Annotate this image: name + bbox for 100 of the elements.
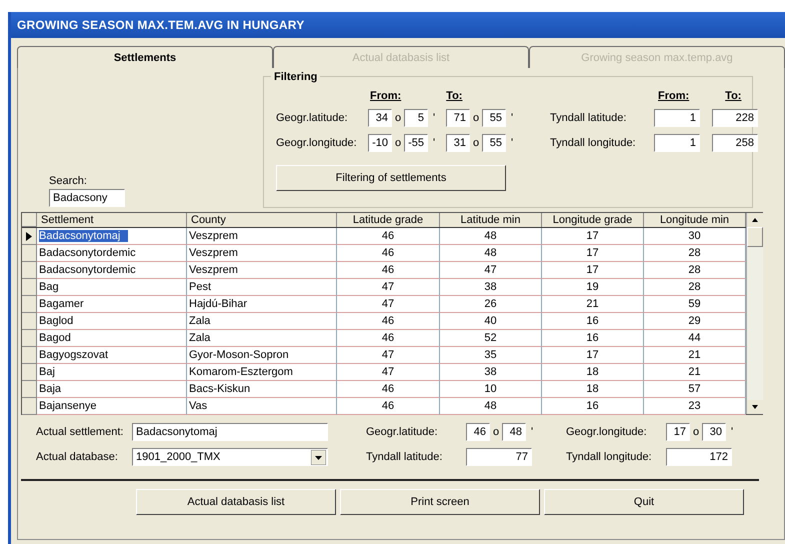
field-label: Geogr.longitude: — [566, 426, 648, 438]
table-cell: 46 — [382, 400, 394, 412]
search-label: Search: — [49, 175, 88, 187]
degree-symbol: o — [472, 136, 480, 148]
field-label: Tyndall longitude: — [566, 451, 653, 463]
table-cell: Komarom-Esztergom — [189, 366, 293, 378]
table-cell: Badacsonytordemic — [39, 264, 136, 276]
dropdown-button[interactable] — [311, 450, 326, 464]
table-cell: Badacsonytordemic — [39, 247, 136, 259]
table-cell: 29 — [688, 315, 701, 327]
table-cell: 44 — [688, 332, 701, 344]
minute-field[interactable]: 55 — [482, 134, 506, 152]
field-label: Actual database: — [36, 451, 119, 463]
table-cell: 21 — [688, 349, 701, 361]
minute-field[interactable]: 30 — [702, 423, 726, 441]
table-cell: 46 — [382, 247, 394, 259]
table-cell: 21 — [586, 298, 599, 310]
degree-symbol: o — [692, 426, 700, 438]
table-cell: 52 — [484, 332, 497, 344]
degree-symbol: o — [472, 112, 480, 124]
from-header: From: — [658, 90, 690, 102]
degree-field[interactable]: -10 — [368, 134, 392, 152]
table-cell: 17 — [586, 230, 599, 242]
table-cell: Badacsonytomaj — [39, 230, 128, 242]
table-cell: 17 — [586, 349, 599, 361]
column-header[interactable]: Settlement — [37, 213, 187, 227]
table-cell: Veszprem — [189, 247, 238, 259]
table-cell: 30 — [688, 230, 701, 242]
minute-symbol: ' — [432, 112, 436, 124]
minute-symbol: ' — [530, 426, 534, 438]
table-cell: Bagamer — [39, 298, 84, 310]
minute-symbol: ' — [432, 136, 436, 148]
field-label: Geogr.longitude: — [276, 136, 358, 148]
table-cell: 47 — [382, 366, 394, 378]
table-cell: 35 — [484, 349, 497, 361]
from-field[interactable]: 1 — [654, 134, 700, 152]
from-field[interactable]: 1 — [654, 108, 700, 126]
table-cell: 38 — [484, 281, 497, 293]
table-cell: 17 — [586, 264, 599, 276]
table-cell: Baja — [39, 383, 62, 395]
database-dropdown[interactable]: 1901_2000_TMX — [132, 448, 328, 466]
minute-symbol: ' — [510, 112, 514, 124]
column-header[interactable]: County — [187, 213, 337, 227]
table-cell: Bagod — [39, 332, 71, 344]
degree-symbol: o — [492, 426, 500, 438]
tab[interactable]: Settlements — [17, 46, 273, 68]
table-cell: Baglod — [39, 315, 74, 327]
table-cell: Baj — [39, 366, 55, 378]
column-header[interactable]: Latitude min — [440, 213, 542, 227]
to-field[interactable]: 258 — [712, 134, 758, 152]
table-cell: 16 — [586, 400, 599, 412]
table-cell: 47 — [382, 298, 394, 310]
row-selector[interactable] — [22, 228, 37, 245]
minute-field[interactable]: 48 — [502, 423, 526, 441]
scrollbar[interactable] — [746, 213, 763, 414]
field-label: Actual settlement: — [36, 426, 124, 438]
minute-field[interactable]: -55 — [404, 134, 428, 152]
action-button[interactable]: Actual databasis list — [136, 489, 336, 515]
degree-field[interactable]: 17 — [666, 423, 690, 441]
table-cell: 28 — [688, 264, 701, 276]
to-field[interactable]: 228 — [712, 108, 758, 126]
degree-field[interactable]: 31 — [446, 134, 470, 152]
tyndall-field[interactable]: 77 — [466, 448, 532, 466]
row-pointer-icon — [26, 232, 32, 240]
table-cell: 38 — [484, 366, 497, 378]
degree-field[interactable]: 46 — [466, 423, 490, 441]
column-header[interactable]: Longitude grade — [542, 213, 644, 227]
action-button[interactable]: Print screen — [340, 489, 540, 515]
filter-button[interactable]: Filtering of settlements — [276, 165, 506, 191]
degree-field[interactable]: 34 — [368, 108, 392, 126]
minute-field[interactable]: 55 — [482, 108, 506, 126]
window-title: GROWING SEASON MAX.TEM.AVG IN HUNGARY — [17, 18, 304, 32]
tyndall-field[interactable]: 172 — [666, 448, 732, 466]
table-cell: 48 — [484, 247, 497, 259]
minute-field[interactable]: 5 — [404, 108, 428, 126]
field-label: Tyndall latitude: — [550, 112, 628, 124]
table-cell: 47 — [382, 281, 394, 293]
field-label: Geogr.latitude: — [276, 112, 349, 124]
table-cell: 48 — [484, 230, 497, 242]
table-cell: 21 — [688, 366, 701, 378]
field-label: Tyndall longitude: — [550, 136, 637, 148]
table-cell: 16 — [586, 315, 599, 327]
table-cell: 18 — [586, 366, 599, 378]
table-cell: 47 — [382, 349, 394, 361]
scroll-up-icon[interactable] — [747, 213, 763, 227]
search-field[interactable]: Badacsony — [49, 189, 125, 207]
column-header[interactable]: Latitude grade — [337, 213, 440, 227]
degree-field[interactable]: 71 — [446, 108, 470, 126]
table-cell: 17 — [586, 247, 599, 259]
table-cell: 46 — [382, 315, 394, 327]
degree-symbol: o — [394, 112, 402, 124]
settlement-field[interactable]: Badacsonytomaj — [132, 423, 328, 441]
scroll-thumb[interactable] — [747, 227, 763, 247]
table-cell: 46 — [382, 230, 394, 242]
action-button[interactable]: Quit — [544, 489, 744, 515]
scroll-down-icon[interactable] — [747, 400, 763, 414]
minute-symbol: ' — [510, 136, 514, 148]
table-cell: 57 — [688, 383, 701, 395]
table-cell: Bagyogszovat — [39, 349, 108, 361]
table-cell: 47 — [484, 264, 497, 276]
